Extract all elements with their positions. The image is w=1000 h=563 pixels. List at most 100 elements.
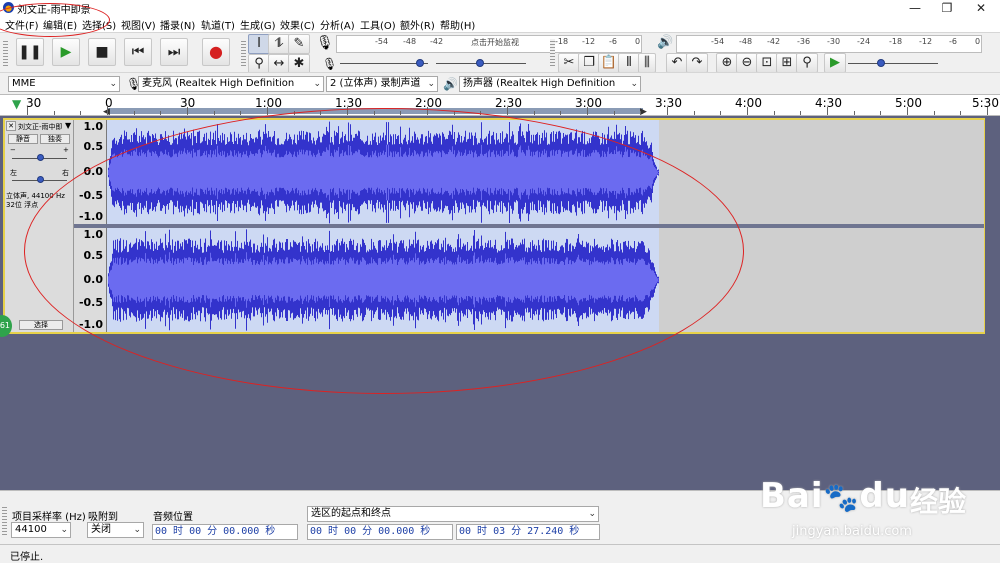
play-speed-knob[interactable] — [476, 59, 484, 67]
copy-button[interactable]: ❐ — [578, 53, 600, 73]
ruler-label: 4:00 — [735, 96, 762, 110]
fit-project-button[interactable]: ⊞ — [776, 53, 798, 73]
maximize-button[interactable]: ❐ — [932, 0, 962, 16]
play-speed-slider[interactable] — [436, 58, 526, 68]
record-icon: ● — [209, 42, 223, 61]
playback-speed-knob[interactable] — [877, 59, 885, 67]
trim-button[interactable]: ⫴ — [618, 53, 640, 73]
trim-icon: ⫴ — [626, 55, 632, 70]
magnifier-icon: ⚲ — [254, 56, 264, 71]
menu-help[interactable]: 帮助(H) — [440, 17, 475, 32]
chevron-down-icon: ⌄ — [427, 79, 435, 89]
pan-slider[interactable] — [12, 175, 67, 185]
redo-button[interactable]: ↷ — [686, 53, 708, 73]
zoom-tool-button[interactable]: ⚲ — [248, 54, 270, 74]
minimize-button[interactable]: — — [900, 0, 930, 16]
ruler-tick — [853, 111, 855, 115]
project-rate-select[interactable]: 44100 ⌄ — [11, 522, 71, 538]
ruler-tick — [613, 111, 615, 115]
i-beam-icon: I — [257, 36, 261, 51]
audio-position-field[interactable]: 00 时 00 分 00.000 秒 — [152, 524, 298, 540]
play-meter-tick: -12 — [919, 37, 933, 46]
paste-button[interactable]: 📋 — [598, 53, 620, 73]
channels-select[interactable]: 2 (立体声) 录制声道 ⌄ — [326, 76, 438, 92]
stop-button[interactable]: ■ — [88, 38, 116, 66]
pan-knob[interactable] — [37, 176, 44, 183]
playback-speed-slider[interactable] — [848, 58, 938, 68]
ruler-tick — [827, 107, 828, 115]
menu-tracks[interactable]: 轨道(T) — [201, 17, 235, 32]
play-button[interactable]: ▶ — [52, 38, 80, 66]
record-button[interactable]: ● — [202, 38, 230, 66]
skip-to-end-button[interactable]: ⏭ — [160, 38, 188, 66]
zoom-in-button[interactable]: ⊕ — [716, 53, 738, 73]
record-volume-slider[interactable] — [340, 58, 428, 68]
gain-slider[interactable] — [12, 153, 67, 163]
menu-extra[interactable]: 额外(R) — [400, 17, 435, 32]
ruler-label: 3:30 — [655, 96, 682, 110]
select-track-button[interactable]: 选择 — [19, 320, 63, 330]
menu-transport[interactable]: 播录(N) — [160, 17, 195, 32]
snap-to-label: 吸附到 — [88, 512, 118, 523]
solo-button[interactable]: 独奏 — [40, 134, 70, 144]
ruler-tick — [933, 111, 935, 115]
play-at-speed-button[interactable]: ▶ — [824, 53, 846, 73]
copy-icon: ❐ — [583, 55, 595, 70]
channels-value: 2 (立体声) 录制声道 — [330, 78, 421, 89]
output-device-select[interactable]: 扬声器 (Realtek High Definition ⌄ — [459, 76, 641, 92]
zoom-toggle-button[interactable]: ⚲ — [796, 53, 818, 73]
selection-mode-select[interactable]: 选区的起点和终点 ⌄ — [307, 506, 599, 522]
multi-tool-button[interactable]: ✱ — [288, 54, 310, 74]
menu-effect[interactable]: 效果(C) — [280, 17, 315, 32]
ruler-tick — [880, 111, 882, 115]
scale-label: 1.0 — [83, 120, 104, 133]
chevron-down-icon: ⌄ — [588, 509, 596, 519]
pin-play-head-icon[interactable]: ▼ — [12, 97, 21, 111]
silence-button[interactable]: ⫼ — [638, 53, 656, 73]
close-button[interactable]: ✕ — [966, 0, 996, 16]
ruler-tick — [53, 111, 55, 115]
menu-tools[interactable]: 工具(O) — [360, 17, 396, 32]
envelope-tool-button[interactable]: ⥮ — [268, 34, 290, 54]
undo-button[interactable]: ↶ — [666, 53, 688, 73]
selection-end-field[interactable]: 00 时 03 分 27.240 秒 — [456, 524, 600, 540]
menu-generate[interactable]: 生成(G) — [240, 17, 276, 32]
timeline-ruler[interactable]: ▼ 30 0 30 1:00 1:30 2:00 2:30 3:00 3:30 … — [0, 94, 1000, 117]
record-meter-tick: -42 — [430, 37, 444, 46]
ruler-label: 2:30 — [495, 96, 522, 110]
edit-toolbar-grip[interactable] — [550, 39, 555, 67]
time-shift-tool-button[interactable]: ↔ — [268, 54, 290, 74]
playback-meter[interactable]: -54 -48 -42 -36 -30 -24 -18 -12 -6 0 — [676, 35, 982, 53]
zoom-out-button[interactable]: ⊖ — [736, 53, 758, 73]
gain-knob[interactable] — [37, 154, 44, 161]
watermark-brand-part1: Bai — [760, 476, 824, 516]
selection-toolbar-grip[interactable] — [2, 505, 7, 535]
ruler-tick — [240, 111, 242, 115]
skip-to-start-button[interactable]: ⏮ — [124, 38, 152, 66]
selection-start-field[interactable]: 00 时 00 分 00.000 秒 — [307, 524, 453, 540]
draw-tool-button[interactable]: ✎ — [288, 34, 310, 54]
transport-toolbar-grip[interactable] — [3, 39, 8, 67]
selection-tool-button[interactable]: I — [248, 34, 270, 54]
record-meter-hint[interactable]: 点击开始监视 — [469, 37, 521, 48]
track-menu-chevron-icon[interactable]: ▼ — [65, 121, 71, 130]
audio-host-select[interactable]: MME ⌄ — [8, 76, 120, 92]
input-device-select[interactable]: 麦克风 (Realtek High Definition ⌄ — [138, 76, 324, 92]
snap-to-select[interactable]: 关闭 ⌄ — [87, 522, 144, 538]
tools-toolbar-grip[interactable] — [241, 39, 246, 67]
record-meter[interactable]: -54 -48 -42 -18 -12 -6 0 点击开始监视 — [336, 35, 642, 53]
multi-tool-icon: ✱ — [293, 56, 305, 71]
pause-button[interactable]: ❚❚ — [16, 38, 44, 66]
record-meter-tick: -18 — [555, 37, 569, 46]
menu-analyze[interactable]: 分析(A) — [320, 17, 355, 32]
play-meter-tick: -30 — [827, 37, 841, 46]
track-name-menu[interactable]: 刘文正-雨中即 — [18, 122, 63, 132]
fit-selection-button[interactable]: ⊡ — [756, 53, 778, 73]
record-volume-knob[interactable] — [416, 59, 424, 67]
pencil-icon: ✎ — [293, 36, 305, 51]
ruler-tick — [213, 111, 215, 115]
mute-button[interactable]: 静音 — [8, 134, 38, 144]
cut-button[interactable]: ✂ — [558, 53, 580, 73]
close-track-icon[interactable]: ✕ — [6, 121, 16, 131]
menu-view[interactable]: 视图(V) — [121, 17, 156, 32]
